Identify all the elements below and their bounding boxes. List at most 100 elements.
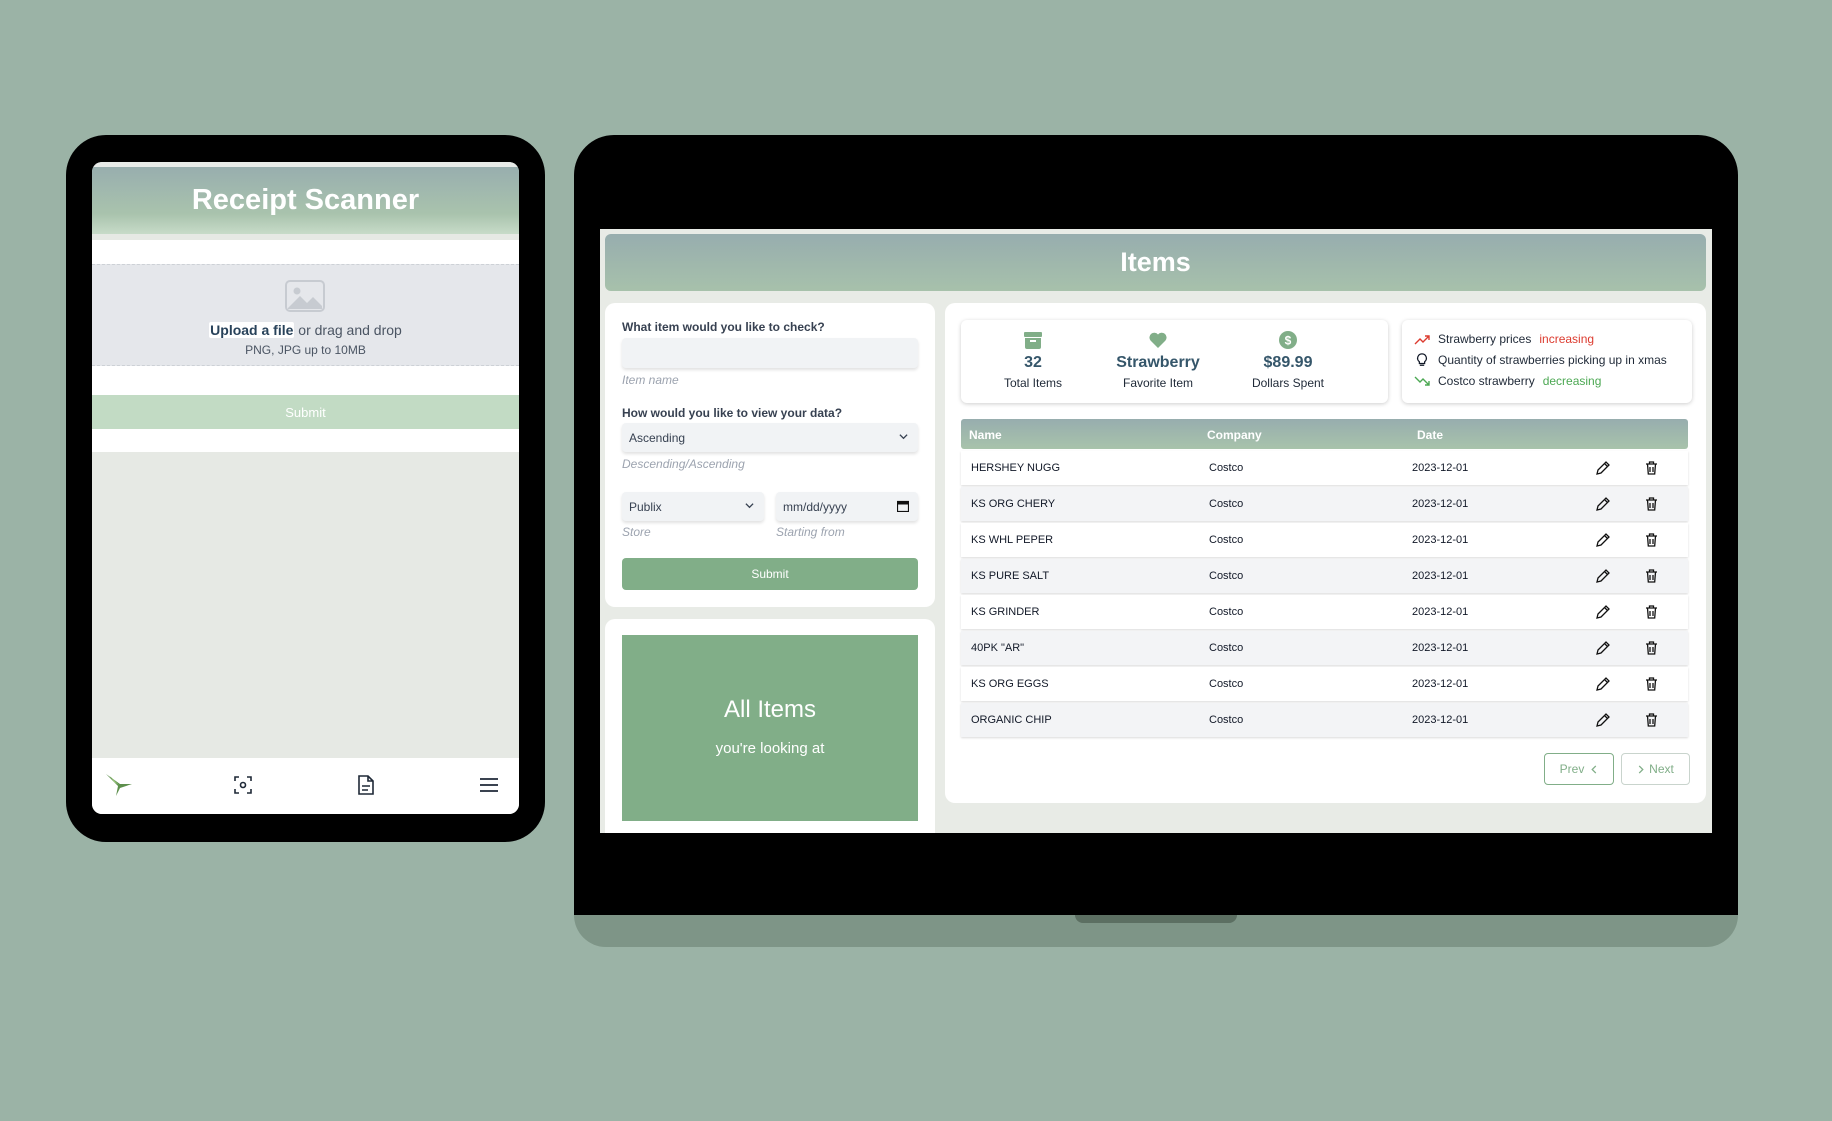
edit-icon[interactable] xyxy=(1596,641,1610,655)
date-hint: Starting from xyxy=(776,525,845,539)
cell-date: 2023-12-01 xyxy=(1412,642,1469,654)
upload-card: Upload a file or drag and drop PNG, JPG … xyxy=(92,240,519,452)
trend-status: increasing xyxy=(1539,332,1595,346)
order-hint: Descending/Ascending xyxy=(622,457,745,471)
laptop-screen: Items What item would you like to check?… xyxy=(600,229,1712,833)
chevron-right-icon xyxy=(1638,764,1644,774)
cell-company: Costco xyxy=(1209,534,1244,546)
page-title: Items xyxy=(1120,247,1191,277)
app-header: Receipt Scanner xyxy=(92,162,519,234)
submit-button[interactable]: Submit xyxy=(92,395,519,429)
app-title: Receipt Scanner xyxy=(191,184,420,216)
table-row[interactable]: HERSHEY NUGG Costco 2023-12-01 xyxy=(961,451,1688,485)
column-header-date: Date xyxy=(1417,428,1444,442)
heart-icon xyxy=(1149,332,1167,348)
cell-name: 40PK "AR" xyxy=(971,642,1025,654)
table-header: Name Company Date xyxy=(961,419,1688,449)
cell-date: 2023-12-01 xyxy=(1412,534,1469,546)
cell-name: KS PURE SALT xyxy=(971,570,1050,582)
edit-icon[interactable] xyxy=(1596,677,1610,691)
trash-icon[interactable] xyxy=(1645,533,1658,547)
cell-company: Costco xyxy=(1209,498,1244,510)
trash-icon[interactable] xyxy=(1645,605,1658,619)
item-question-label: What item would you like to check? xyxy=(622,320,825,334)
chevron-left-icon xyxy=(1591,764,1597,774)
trend-status: decreasing xyxy=(1542,374,1602,388)
all-items-banner: All Items you're looking at xyxy=(622,635,918,821)
svg-text:$: $ xyxy=(1285,334,1292,348)
date-input[interactable]: mm/dd/yyyy xyxy=(776,492,918,521)
edit-icon[interactable] xyxy=(1596,461,1610,475)
cell-date: 2023-12-01 xyxy=(1412,462,1469,474)
stat-favorite-item: Strawberry Favorite Item xyxy=(1103,330,1213,390)
store-select[interactable]: Publix xyxy=(622,492,764,521)
trend-text: Strawberry prices xyxy=(1438,332,1532,346)
scan-icon[interactable] xyxy=(228,770,258,800)
menu-icon[interactable] xyxy=(474,770,504,800)
table-row[interactable]: ORGANIC CHIP Costco 2023-12-01 xyxy=(961,703,1688,737)
cell-name: KS ORG EGGS xyxy=(971,678,1049,690)
order-select-value: Ascending xyxy=(629,430,686,445)
trend-down-icon xyxy=(1414,376,1430,386)
upload-text: or drag and drop xyxy=(294,322,402,338)
column-header-company: Company xyxy=(1207,428,1262,442)
cell-company: Costco xyxy=(1209,570,1244,582)
logo-icon[interactable] xyxy=(104,770,134,800)
cell-name: KS GRINDER xyxy=(971,606,1040,618)
trash-icon[interactable] xyxy=(1645,569,1658,583)
prev-button[interactable]: Prev xyxy=(1544,753,1614,785)
bottom-nav xyxy=(92,758,519,814)
trend-text: Costco strawberry xyxy=(1438,374,1535,388)
next-button[interactable]: Next xyxy=(1621,753,1690,785)
calendar-icon[interactable] xyxy=(897,500,909,512)
table-row[interactable]: KS GRINDER Costco 2023-12-01 xyxy=(961,595,1688,629)
stat-total-items: 32 Total Items xyxy=(993,330,1073,390)
edit-icon[interactable] xyxy=(1596,569,1610,583)
stat-value: $89.99 xyxy=(1263,354,1313,371)
trash-icon[interactable] xyxy=(1645,497,1658,511)
stat-value: 32 xyxy=(1024,354,1042,371)
cell-date: 2023-12-01 xyxy=(1412,678,1469,690)
trend-item: Strawberry prices increasing xyxy=(1414,332,1594,346)
lightbulb-icon xyxy=(1417,353,1427,366)
trash-icon[interactable] xyxy=(1645,713,1658,727)
trend-item: Quantity of strawberries picking up in x… xyxy=(1414,353,1667,367)
cell-name: KS WHL PEPER xyxy=(971,534,1054,546)
submit-button[interactable]: Submit xyxy=(622,558,918,590)
stat-dollars-spent: $ $89.99 Dollars Spent xyxy=(1238,330,1338,390)
edit-icon[interactable] xyxy=(1596,533,1610,547)
next-label: Next xyxy=(1649,762,1674,776)
trash-icon[interactable] xyxy=(1645,677,1658,691)
table-row[interactable]: KS ORG EGGS Costco 2023-12-01 xyxy=(961,667,1688,701)
image-placeholder-icon xyxy=(285,280,325,312)
cell-name: HERSHEY NUGG xyxy=(971,462,1061,474)
cell-name: KS ORG CHERY xyxy=(971,498,1056,510)
table-row[interactable]: 40PK "AR" Costco 2023-12-01 xyxy=(961,631,1688,665)
trend-text: Quantity of strawberries picking up in x… xyxy=(1438,353,1667,367)
edit-icon[interactable] xyxy=(1596,605,1610,619)
cell-company: Costco xyxy=(1209,642,1244,654)
column-header-name: Name xyxy=(969,428,1002,442)
trash-icon[interactable] xyxy=(1645,461,1658,475)
banner-subtitle: you're looking at xyxy=(715,740,825,757)
stats-card: 32 Total Items Strawberry Favorite Item … xyxy=(961,320,1388,403)
upload-file-link[interactable]: Upload a file xyxy=(209,322,295,338)
table-row[interactable]: KS PURE SALT Costco 2023-12-01 xyxy=(961,559,1688,593)
trend-item: Costco strawberry decreasing xyxy=(1414,374,1601,388)
upload-hint: PNG, JPG up to 10MB xyxy=(245,343,366,357)
table-row[interactable]: KS WHL PEPER Costco 2023-12-01 xyxy=(961,523,1688,557)
dollar-icon: $ xyxy=(1279,331,1297,349)
view-question-label: How would you like to view your data? xyxy=(622,406,843,420)
edit-icon[interactable] xyxy=(1596,713,1610,727)
cell-company: Costco xyxy=(1209,714,1244,726)
tablet-screen: Receipt Scanner Upload a file or drag an… xyxy=(92,162,519,814)
table-row[interactable]: KS ORG CHERY Costco 2023-12-01 xyxy=(961,487,1688,521)
document-icon[interactable] xyxy=(351,770,381,800)
order-select[interactable]: Ascending xyxy=(622,423,918,452)
trash-icon[interactable] xyxy=(1645,641,1658,655)
edit-icon[interactable] xyxy=(1596,497,1610,511)
store-select-value: Publix xyxy=(629,499,662,514)
cell-company: Costco xyxy=(1209,678,1244,690)
item-name-input[interactable] xyxy=(622,338,918,368)
upload-dropzone[interactable]: Upload a file or drag and drop PNG, JPG … xyxy=(92,264,519,366)
